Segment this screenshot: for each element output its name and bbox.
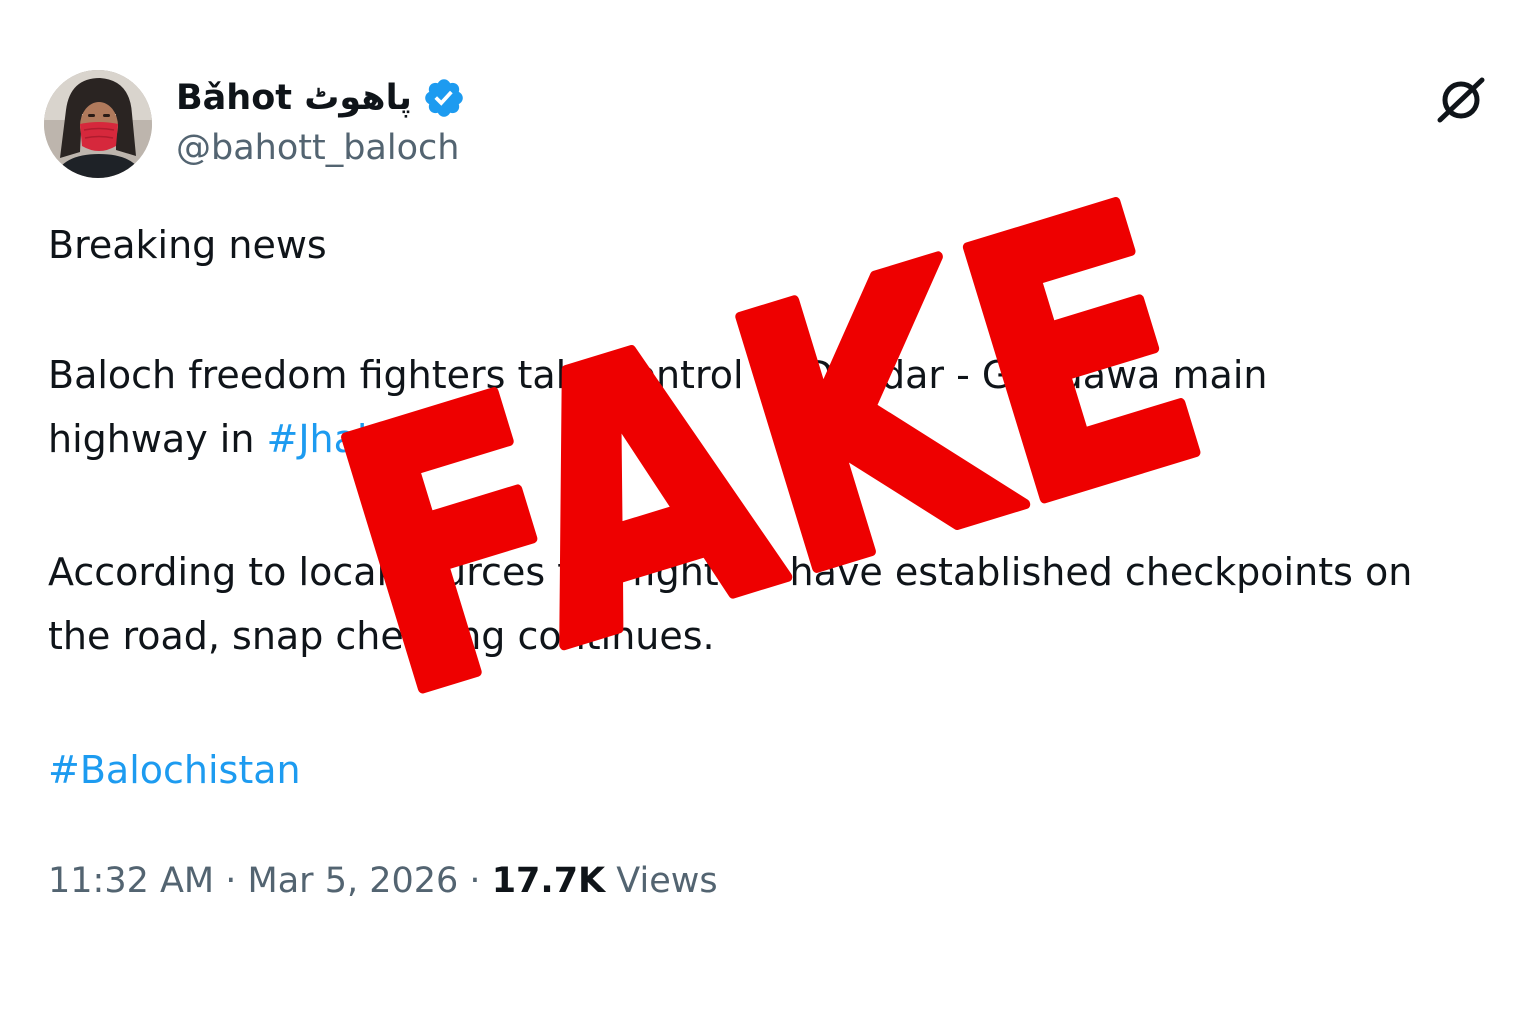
hashtag-balochistan-link[interactable]: #Balochistan xyxy=(48,748,301,792)
author-name-row: Bǎhot پاهوٹ xyxy=(176,72,466,124)
avatar[interactable] xyxy=(44,70,152,178)
views-count[interactable]: 17.7K xyxy=(492,861,605,901)
tweet-text-p3-line2: the road, snap checking continues. xyxy=(48,614,715,658)
author-display-name[interactable]: Bǎhot پاهوٹ xyxy=(176,78,412,118)
tweet-card: Bǎhot پاهوٹ @bahott_baloch Breaking news… xyxy=(0,0,1536,1024)
tweet-text-paragraph-2: Baloch freedom fighters take control of … xyxy=(48,343,1267,471)
tweet-text-p2-line2-prefix: highway in xyxy=(48,417,267,461)
views-label: Views xyxy=(605,861,718,901)
tweet-meta: 11:32 AM · Mar 5, 2026 · 17.7K Views xyxy=(48,856,718,906)
verified-badge-icon[interactable] xyxy=(422,76,466,120)
tweet-text-p2-line1: Baloch freedom fighters take control of … xyxy=(48,353,1268,397)
avatar-image xyxy=(44,70,152,178)
tweet-text-paragraph-4: #Balochistan xyxy=(48,738,301,802)
tweet-text-paragraph-3: According to local sources the fighters … xyxy=(48,540,1412,668)
grok-icon[interactable] xyxy=(1432,76,1488,124)
tweet-text-line-breaking: Breaking news xyxy=(48,223,327,267)
meta-separator-1: · xyxy=(214,861,248,901)
author-handle[interactable]: @bahott_baloch xyxy=(176,128,459,168)
tweet-date[interactable]: Mar 5, 2026 xyxy=(248,861,459,901)
meta-separator-2: · xyxy=(458,861,492,901)
tweet-text-p3-line1: According to local sources the fighters … xyxy=(48,550,1413,594)
hashtag-jhal-link[interactable]: #Jhal xyxy=(267,417,368,461)
tweet-text-p2-line2: highway in #Jhal xyxy=(48,407,1267,471)
tweet-time[interactable]: 11:32 AM xyxy=(48,861,214,901)
